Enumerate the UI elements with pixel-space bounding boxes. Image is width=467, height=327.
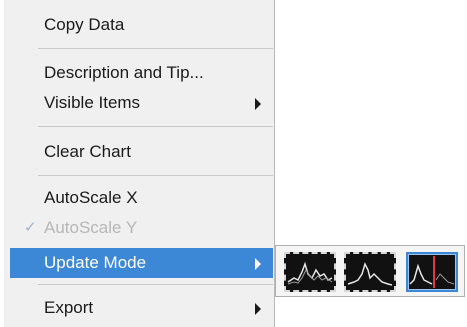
menu-item-label: Description and Tip... xyxy=(44,63,204,82)
submenu-arrow-icon xyxy=(255,303,261,315)
context-menu: Copy Data Description and Tip... Visible… xyxy=(4,0,275,327)
strip-chart-mode-button[interactable] xyxy=(284,252,336,292)
scope-chart-mode-button[interactable] xyxy=(344,252,396,292)
menu-item-visible-items[interactable]: Visible Items xyxy=(10,88,273,118)
menu-separator xyxy=(38,126,273,127)
menu-separator xyxy=(38,48,273,49)
check-icon: ✓ xyxy=(24,219,37,236)
menu-item-autoscale-x[interactable]: AutoScale X xyxy=(10,183,273,213)
menu-item-label: Copy Data xyxy=(44,15,125,34)
menu-item-label: Clear Chart xyxy=(44,142,131,161)
scope-chart-icon xyxy=(347,261,393,286)
menu-item-description-and-tip[interactable]: Description and Tip... xyxy=(10,58,273,88)
menu-separator xyxy=(38,284,273,285)
menu-item-label: Visible Items xyxy=(44,93,141,112)
menu-item-clear-chart[interactable]: Clear Chart xyxy=(10,137,273,167)
submenu-arrow-icon xyxy=(255,98,261,110)
update-mode-submenu xyxy=(275,245,465,297)
menu-item-autoscale-y: ✓ AutoScale Y xyxy=(10,213,273,243)
menu-item-update-mode[interactable]: Update Mode xyxy=(10,248,273,278)
sweep-chart-icon xyxy=(409,256,455,288)
sweep-chart-mode-button[interactable] xyxy=(406,252,458,292)
submenu-arrow-icon xyxy=(255,258,261,270)
menu-item-label: AutoScale Y xyxy=(44,218,138,237)
menu-item-export[interactable]: Export xyxy=(10,293,273,323)
menu-separator xyxy=(38,175,273,176)
strip-chart-icon xyxy=(287,261,333,285)
menu-item-label: Update Mode xyxy=(44,253,147,272)
menu-item-label: Export xyxy=(44,298,94,317)
menu-item-copy-data[interactable]: Copy Data xyxy=(10,10,273,40)
menu-item-label: AutoScale X xyxy=(44,188,138,207)
